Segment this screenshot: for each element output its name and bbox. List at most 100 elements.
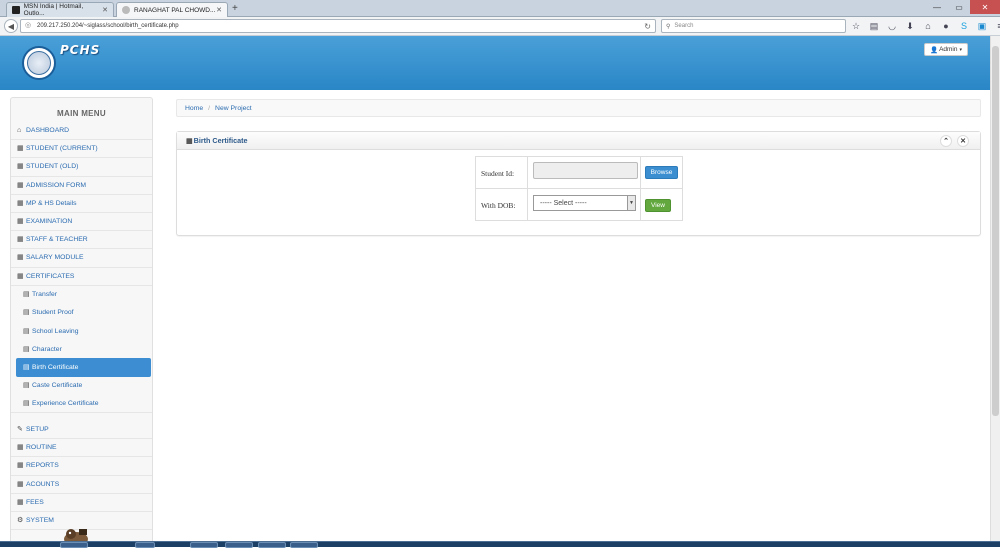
search-placeholder: Search bbox=[674, 23, 694, 29]
sidebar-item-label: Birth Certificate bbox=[32, 364, 79, 372]
browse-button[interactable]: Browse bbox=[645, 166, 678, 179]
minimize-icon[interactable]: — bbox=[926, 0, 948, 14]
taskbar-app-icon[interactable] bbox=[190, 542, 218, 548]
main-menu-sidebar: MAIN MENU ⌂ DASHBOARD ▦ STUDENT (CURRENT) … bbox=[10, 97, 153, 547]
breadcrumb-home-link[interactable]: Home bbox=[185, 105, 203, 112]
sidebar-subitem-caste-certificate[interactable]: ▤ Caste Certificate bbox=[11, 377, 152, 395]
sidebar-item-certificates[interactable]: ▦ CERTIFICATES bbox=[11, 268, 152, 286]
taskbar-app-icon[interactable] bbox=[290, 542, 318, 548]
grid-icon: ▦ bbox=[17, 462, 24, 470]
sidebar-item-label: SYSTEM bbox=[26, 517, 54, 525]
site-favicon-icon bbox=[122, 6, 130, 14]
dob-select[interactable]: ----- Select ----- ▼ bbox=[533, 195, 636, 211]
browser-search-input[interactable]: ⚲ Search bbox=[661, 19, 846, 33]
sidebar-item-reports[interactable]: ▦ REPORTS bbox=[11, 457, 152, 476]
grid-icon: ▦ bbox=[17, 218, 24, 226]
list-icon: ▤ bbox=[23, 382, 30, 390]
sidebar-item-student-current[interactable]: ▦ STUDENT (CURRENT) bbox=[11, 140, 152, 159]
msn-favicon-icon bbox=[12, 6, 20, 14]
page-scrollbar[interactable] bbox=[990, 36, 1000, 541]
user-icon: 👤 bbox=[929, 46, 939, 54]
sidebar-item-examination[interactable]: ▦ EXAMINATION bbox=[11, 213, 152, 232]
grid-icon: ▦ bbox=[17, 254, 24, 262]
sidebar-item-label: ROUTINE bbox=[26, 444, 57, 452]
student-id-input[interactable] bbox=[533, 162, 638, 179]
bookmark-star-icon[interactable]: ☆ bbox=[850, 20, 862, 32]
taskbar-app-icon[interactable] bbox=[225, 542, 253, 548]
sidebar-subitem-transfer[interactable]: ▤ Transfer bbox=[11, 286, 152, 304]
reload-icon[interactable]: ↻ bbox=[644, 22, 651, 31]
admin-dropdown-button[interactable]: 👤 Admin ▾ bbox=[924, 43, 968, 56]
sidebar-item-label: STUDENT (OLD) bbox=[26, 163, 79, 171]
back-icon[interactable]: ◀ bbox=[4, 19, 18, 33]
window-close-icon[interactable]: ✕ bbox=[970, 0, 1000, 14]
main-menu-title: MAIN MENU bbox=[57, 109, 106, 118]
maximize-icon[interactable]: ▭ bbox=[948, 0, 970, 14]
menu-icon[interactable]: ≡ bbox=[994, 20, 1000, 32]
school-logo[interactable] bbox=[22, 46, 56, 80]
tab-close-icon[interactable]: ✕ bbox=[216, 6, 222, 14]
sidebar-item-dashboard[interactable]: ⌂ DASHBOARD bbox=[11, 122, 152, 141]
sidebar-subitem-experience-certificate[interactable]: ▤ Experience Certificate bbox=[11, 395, 152, 413]
tab-title: RANAGHAT PAL CHOWD... bbox=[134, 6, 216, 14]
sidebar-item-acounts[interactable]: ▦ ACOUNTS bbox=[11, 476, 152, 494]
window-controls: — ▭ ✕ bbox=[926, 0, 1000, 14]
sidebar-item-student-old[interactable]: ▦ STUDENT (OLD) bbox=[11, 158, 152, 177]
sidebar-item-label: STUDENT (CURRENT) bbox=[26, 145, 98, 153]
breadcrumb-current[interactable]: New Project bbox=[215, 105, 252, 112]
view-button[interactable]: View bbox=[645, 199, 671, 212]
panel-close-icon[interactable]: ✕ bbox=[957, 135, 969, 147]
collapse-chevron-up-icon[interactable]: ⌃ bbox=[940, 135, 952, 147]
grid-icon: ▦ bbox=[17, 480, 24, 488]
list-icon: ▤ bbox=[23, 364, 30, 372]
list-icon: ▤ bbox=[23, 345, 30, 353]
browser-toolbar-icons: ☆ ▤ ◡ ⬇ ⌂ ● S ▣ ≡ bbox=[850, 20, 1000, 32]
sidebar-item-label: ADMISSION FORM bbox=[26, 181, 87, 189]
tab-close-icon[interactable]: ✕ bbox=[102, 6, 108, 14]
taskbar-app-icon[interactable] bbox=[60, 542, 88, 548]
caret-down-icon: ▾ bbox=[959, 46, 963, 53]
sidebar-subitem-birth-certificate[interactable]: ▤ Birth Certificate bbox=[16, 358, 151, 377]
browser-tab-ranaghat[interactable]: RANAGHAT PAL CHOWD... ✕ bbox=[116, 2, 228, 17]
grid-icon: ▦ bbox=[17, 236, 24, 244]
list-icon: ▤ bbox=[23, 399, 30, 407]
pocket-icon[interactable]: ◡ bbox=[886, 20, 898, 32]
app-header: PCHS 👤 Admin ▾ bbox=[0, 36, 990, 90]
home-icon[interactable]: ⌂ bbox=[922, 20, 934, 32]
student-id-row: Student Id: Browse bbox=[476, 157, 682, 189]
sidebar-item-fees[interactable]: ▦ FEES bbox=[11, 494, 152, 512]
brand-title[interactable]: PCHS bbox=[60, 43, 100, 57]
sidebar-subitem-character[interactable]: ▤ Character bbox=[11, 340, 152, 358]
sidebar-item-admission-form[interactable]: ▦ ADMISSION FORM bbox=[11, 177, 152, 195]
new-tab-icon[interactable]: + bbox=[232, 3, 238, 14]
sidebar-item-staff-teacher[interactable]: ▦ STAFF & TEACHER bbox=[11, 231, 152, 250]
taskbar-app-icon[interactable] bbox=[135, 542, 155, 548]
list-icon: ▤ bbox=[23, 291, 30, 299]
sidebar-subitem-student-proof[interactable]: ▤ Student Proof bbox=[11, 304, 152, 322]
dob-cell: ----- Select ----- ▼ bbox=[528, 189, 641, 221]
student-id-label: Student Id: bbox=[476, 157, 528, 189]
os-taskbar bbox=[0, 541, 1000, 548]
sidebar-item-setup[interactable]: ✎ SETUP bbox=[11, 421, 152, 440]
sidebar-item-label: STAFF & TEACHER bbox=[26, 236, 88, 244]
sync-icon[interactable]: ▣ bbox=[976, 20, 988, 32]
sidebar-item-routine[interactable]: ▦ ROUTINE bbox=[11, 439, 152, 458]
birth-certificate-panel: ▦ Birth Certificate ⌃ ✕ Student Id: Brow… bbox=[176, 131, 981, 236]
grid-icon: ▦ bbox=[17, 498, 24, 506]
taskbar-app-icon[interactable] bbox=[258, 542, 286, 548]
browser-tab-msn[interactable]: MSN India | Hotmail, Outlo... ✕ bbox=[6, 2, 114, 17]
download-icon[interactable]: ⬇ bbox=[904, 20, 916, 32]
browser-nav-bar: ◀ ◎ 209.217.250.204/~siglass/school/birt… bbox=[0, 17, 1000, 36]
dob-row: With DOB: ----- Select ----- ▼ View bbox=[476, 189, 682, 221]
skype-icon[interactable]: S bbox=[958, 20, 970, 32]
list-icon: ▤ bbox=[23, 309, 30, 317]
sidebar-subitem-school-leaving[interactable]: ▤ School Leaving bbox=[11, 322, 152, 340]
clipboard-icon[interactable]: ▤ bbox=[868, 20, 880, 32]
tab-title: MSN India | Hotmail, Outlo... bbox=[23, 3, 84, 17]
list-icon: ▤ bbox=[23, 327, 30, 335]
chat-icon[interactable]: ● bbox=[940, 20, 952, 32]
url-bar[interactable]: ◎ 209.217.250.204/~siglass/school/birth_… bbox=[20, 19, 656, 33]
sidebar-item-mp-hs-details[interactable]: ▦ MP & HS Details bbox=[11, 195, 152, 213]
sidebar-item-salary-module[interactable]: ▦ SALARY MODULE bbox=[11, 249, 152, 268]
panel-title: Birth Certificate bbox=[193, 136, 248, 145]
